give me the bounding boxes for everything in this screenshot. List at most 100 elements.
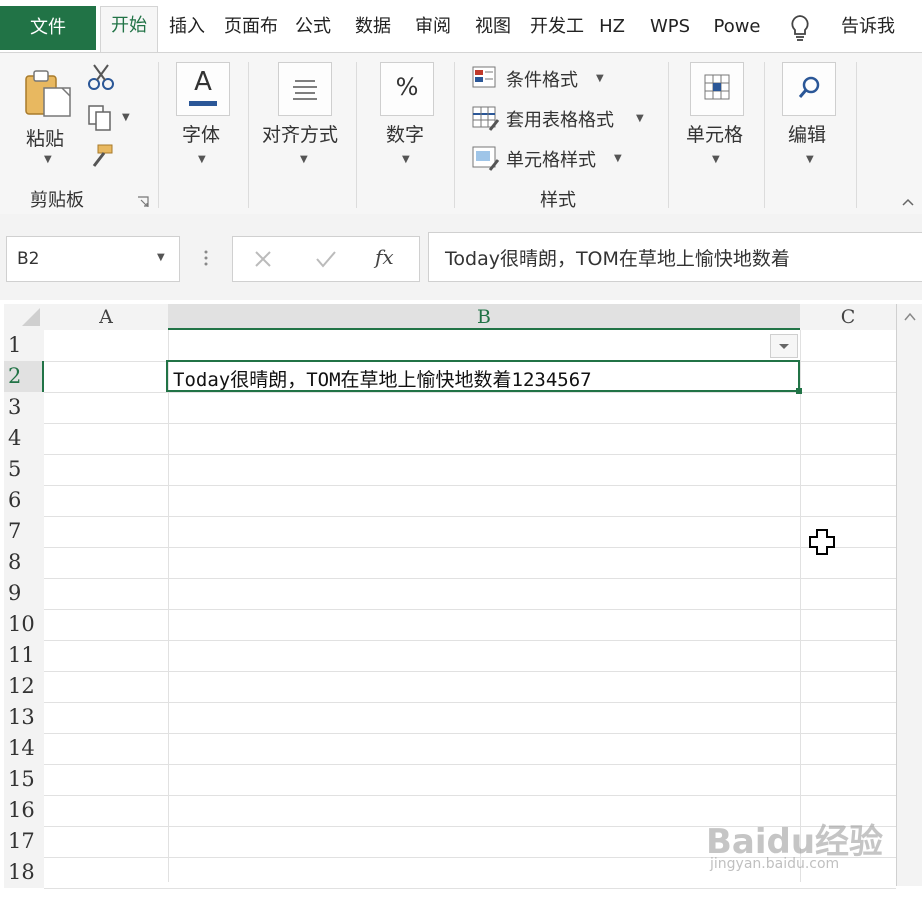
row-gridline <box>44 392 896 393</box>
row-gridline <box>44 733 896 734</box>
conditional-format-button[interactable]: 条件格式 <box>506 66 578 92</box>
row-header-7[interactable]: 7 <box>4 516 44 547</box>
tab-data[interactable]: 数据 <box>346 8 400 46</box>
column-header-c[interactable]: C <box>800 304 896 330</box>
cell-styles-icon[interactable] <box>472 146 500 172</box>
row-gridline <box>44 795 896 796</box>
formula-content: Today很晴朗，TOM在草地上愉快地数着 <box>445 248 790 270</box>
find-search-icon[interactable] <box>782 62 836 116</box>
name-box-dropdown-icon[interactable]: ▼ <box>157 252 165 263</box>
row-header-10[interactable]: 10 <box>4 609 44 640</box>
tab-wps[interactable]: WPS <box>642 8 698 46</box>
row-header-18[interactable]: 18 <box>4 857 44 888</box>
row-gridline <box>44 485 896 486</box>
row-header-5[interactable]: 5 <box>4 454 44 485</box>
row-header-1[interactable]: 1 <box>4 330 44 361</box>
row-header-4[interactable]: 4 <box>4 423 44 454</box>
tell-me-search[interactable]: 告诉我 <box>830 8 906 46</box>
tab-power[interactable]: Powe <box>708 8 766 46</box>
row-header-11[interactable]: 11 <box>4 640 44 671</box>
font-dropdown-caret[interactable]: ▼ <box>198 154 206 165</box>
tab-formulas[interactable]: 公式 <box>286 8 340 46</box>
selected-cell-b2[interactable]: Today很晴朗，TOM在草地上愉快地数着1234567 <box>166 360 802 394</box>
conditional-format-icon[interactable] <box>472 66 498 90</box>
format-as-table-caret[interactable]: ▼ <box>636 113 644 124</box>
alignment-button[interactable]: 对齐方式 <box>262 120 338 147</box>
number-dropdown-caret[interactable]: ▼ <box>402 154 410 165</box>
cell-select-cursor-icon <box>808 528 836 556</box>
cut-icon[interactable] <box>86 62 116 92</box>
tab-page-layout[interactable]: 页面布 <box>222 8 280 46</box>
tab-developer[interactable]: 开发工 <box>528 8 586 46</box>
insert-function-icon[interactable]: fx <box>375 245 394 269</box>
tab-hz[interactable]: HZ <box>592 8 632 46</box>
paste-dropdown-caret[interactable]: ▼ <box>44 154 52 165</box>
watermark-logo: Baidu经验 jingyan.baidu.com <box>706 808 906 878</box>
font-button[interactable]: 字体 <box>182 120 220 147</box>
row-header-14[interactable]: 14 <box>4 733 44 764</box>
alignment-dropdown-caret[interactable]: ▼ <box>300 154 308 165</box>
lightbulb-icon[interactable] <box>786 12 814 44</box>
row-header-9[interactable]: 9 <box>4 578 44 609</box>
column-header-a[interactable]: A <box>44 304 168 330</box>
font-icon[interactable]: A <box>176 62 230 116</box>
tab-home[interactable]: 开始 <box>100 6 158 53</box>
cell-styles-button[interactable]: 单元格样式 <box>506 146 596 172</box>
alignment-icon[interactable] <box>278 62 332 116</box>
row-header-2[interactable]: 2 <box>4 361 44 392</box>
ribbon-tab-bar: 文件 开始 插入 页面布 公式 数据 审阅 视图 开发工 HZ WPS Powe… <box>0 0 922 53</box>
row-gridline <box>44 640 896 641</box>
group-separator <box>356 62 357 208</box>
row-header-17[interactable]: 17 <box>4 826 44 857</box>
cells-dropdown-caret[interactable]: ▼ <box>712 154 720 165</box>
watermark-url: jingyan.baidu.com <box>710 856 840 872</box>
column-header-b[interactable]: B <box>168 304 800 330</box>
row-header-3[interactable]: 3 <box>4 392 44 423</box>
cells-icon[interactable] <box>690 62 744 116</box>
tab-view[interactable]: 视图 <box>466 8 520 46</box>
tab-file[interactable]: 文件 <box>0 6 96 50</box>
name-box[interactable]: B2 ▼ <box>6 236 180 282</box>
row-header-15[interactable]: 15 <box>4 764 44 795</box>
row-gridline <box>44 423 896 424</box>
number-button[interactable]: 数字 <box>386 120 424 147</box>
select-all-corner[interactable] <box>4 304 44 330</box>
tab-insert[interactable]: 插入 <box>160 8 214 46</box>
row-gridline <box>44 547 896 548</box>
paste-button[interactable]: 粘贴 <box>26 124 64 151</box>
cell-styles-caret[interactable]: ▼ <box>614 153 622 164</box>
row-header-8[interactable]: 8 <box>4 547 44 578</box>
percent-symbol: % <box>395 73 419 101</box>
clipboard-dialog-launcher-icon[interactable] <box>136 194 150 208</box>
vertical-scrollbar[interactable] <box>896 304 922 886</box>
format-painter-icon[interactable] <box>86 142 116 170</box>
collapse-ribbon-icon[interactable] <box>900 194 916 208</box>
more-options-icon[interactable] <box>198 246 214 270</box>
font-color-bar <box>189 101 217 106</box>
confirm-check-icon[interactable] <box>313 247 339 271</box>
row-header-16[interactable]: 16 <box>4 795 44 826</box>
row-header-12[interactable]: 12 <box>4 671 44 702</box>
cancel-icon[interactable] <box>251 247 275 271</box>
row-header-6[interactable]: 6 <box>4 485 44 516</box>
copy-icon[interactable] <box>86 104 116 132</box>
conditional-format-caret[interactable]: ▼ <box>596 73 604 84</box>
tab-review[interactable]: 审阅 <box>406 8 460 46</box>
row-gridline <box>44 671 896 672</box>
formula-input[interactable]: Today很晴朗，TOM在草地上愉快地数着 <box>428 232 922 282</box>
editing-dropdown-caret[interactable]: ▼ <box>806 154 814 165</box>
fill-handle[interactable] <box>796 388 802 394</box>
cells-button[interactable]: 单元格 <box>686 120 743 147</box>
paste-icon[interactable] <box>22 66 76 120</box>
clipboard-group-label: 剪贴板 <box>30 190 84 211</box>
format-as-table-icon[interactable] <box>472 106 500 132</box>
editing-button[interactable]: 编辑 <box>788 120 826 147</box>
group-separator <box>248 62 249 208</box>
row-header-13[interactable]: 13 <box>4 702 44 733</box>
column-gridline <box>800 330 801 882</box>
format-as-table-button[interactable]: 套用表格格式 <box>506 106 614 132</box>
group-separator <box>158 62 159 208</box>
number-format-icon[interactable]: % <box>380 62 434 116</box>
copy-dropdown-caret[interactable]: ▼ <box>122 112 130 123</box>
filter-dropdown-button[interactable] <box>770 334 798 358</box>
